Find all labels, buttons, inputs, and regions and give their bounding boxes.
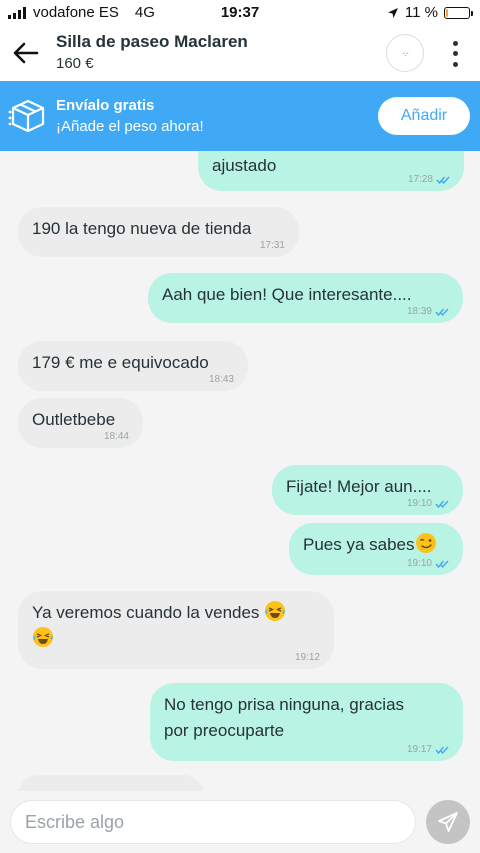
send-icon <box>438 812 458 832</box>
message-list[interactable]: ajustado 17:28 190 la tengo nueva de tie… <box>0 151 480 791</box>
avatar-face-icon: -.- <box>402 48 408 58</box>
message-text-content: Pues ya sabes <box>303 535 415 554</box>
message-bubble: Aah que bien! Que interesante.... 18:39 <box>148 273 463 323</box>
read-ticks-icon <box>435 560 449 568</box>
message-time: 18:43 <box>208 374 234 385</box>
message-bubble-partial <box>18 775 204 791</box>
message-bubble: No tengo prisa ninguna, gracias por preo… <box>150 683 463 761</box>
item-title[interactable]: Silla de paseo Maclaren <box>56 32 248 52</box>
arrow-left-icon <box>13 42 39 64</box>
message-text: ajustado <box>212 156 277 175</box>
message-bubble: Pues ya sabes 19:10 <box>289 523 463 575</box>
shipping-subtitle: ¡Añade el peso ahora! <box>56 118 204 135</box>
message-text: 179 € me e equivocado <box>32 353 209 372</box>
message-time: 19:12 <box>294 652 320 663</box>
status-bar: vodafone ES 4G 19:37 11 % <box>0 0 480 26</box>
laughing-tears-face-icon <box>33 627 53 647</box>
message-time: 18:44 <box>103 431 129 442</box>
item-price: 160 € <box>56 55 94 72</box>
winking-face-icon <box>415 533 436 553</box>
message-text: Ya veremos cuando la vendes <box>32 600 286 652</box>
message-text-content: Ya veremos cuando la vendes <box>32 603 260 622</box>
message-bubble: 190 la tengo nueva de tienda 17:31 <box>18 207 299 257</box>
message-time: 17:28 <box>407 174 433 185</box>
message-text: Outletbebe <box>32 410 116 429</box>
message-bubble: 179 € me e equivocado 18:43 <box>18 341 248 391</box>
message-text: Aah que bien! Que interesante.... <box>162 285 412 304</box>
message-bubble: Ya veremos cuando la vendes 19:12 <box>18 591 334 669</box>
back-button[interactable] <box>10 38 42 68</box>
status-right: 11 % <box>387 4 473 21</box>
composer-bar <box>0 791 480 853</box>
message-bubble: Outletbebe 18:44 <box>18 398 143 448</box>
battery-percent: 11 % <box>404 4 438 21</box>
location-arrow-icon <box>387 7 398 18</box>
message-time: 19:10 <box>406 498 432 509</box>
add-weight-button[interactable]: Añadir <box>378 97 470 135</box>
read-ticks-icon <box>435 308 449 316</box>
read-ticks-icon <box>435 500 449 508</box>
read-ticks-icon <box>436 176 450 184</box>
message-text: No tengo prisa ninguna, gracias por preo… <box>164 695 405 740</box>
avatar[interactable]: -.- <box>386 34 424 72</box>
message-text: Fijate! Mejor aun.... <box>286 477 432 496</box>
read-ticks-icon <box>435 746 449 754</box>
message-time: 19:17 <box>406 744 432 755</box>
message-time: 18:39 <box>406 306 432 317</box>
package-icon <box>8 99 45 133</box>
shipping-banner: Envíalo gratis ¡Añade el peso ahora! Aña… <box>0 81 480 151</box>
battery-fill <box>446 8 448 17</box>
message-text: 190 la tengo nueva de tienda <box>32 219 252 238</box>
battery-icon <box>444 6 473 19</box>
message-input[interactable] <box>10 800 416 844</box>
more-options-button[interactable] <box>446 38 464 70</box>
laughing-tears-face-icon <box>265 601 286 621</box>
chat-header: Silla de paseo Maclaren 160 € -.- <box>0 26 480 81</box>
message-time: 19:10 <box>406 558 432 569</box>
message-text: Pues ya sabes <box>303 532 437 558</box>
message-bubble: Fijate! Mejor aun.... 19:10 <box>272 465 463 515</box>
message-bubble: ajustado 17:28 <box>198 151 464 191</box>
message-time: 17:31 <box>259 240 285 251</box>
shipping-title: Envíalo gratis <box>56 97 155 114</box>
more-vertical-icon <box>452 40 458 46</box>
send-button[interactable] <box>426 800 470 844</box>
